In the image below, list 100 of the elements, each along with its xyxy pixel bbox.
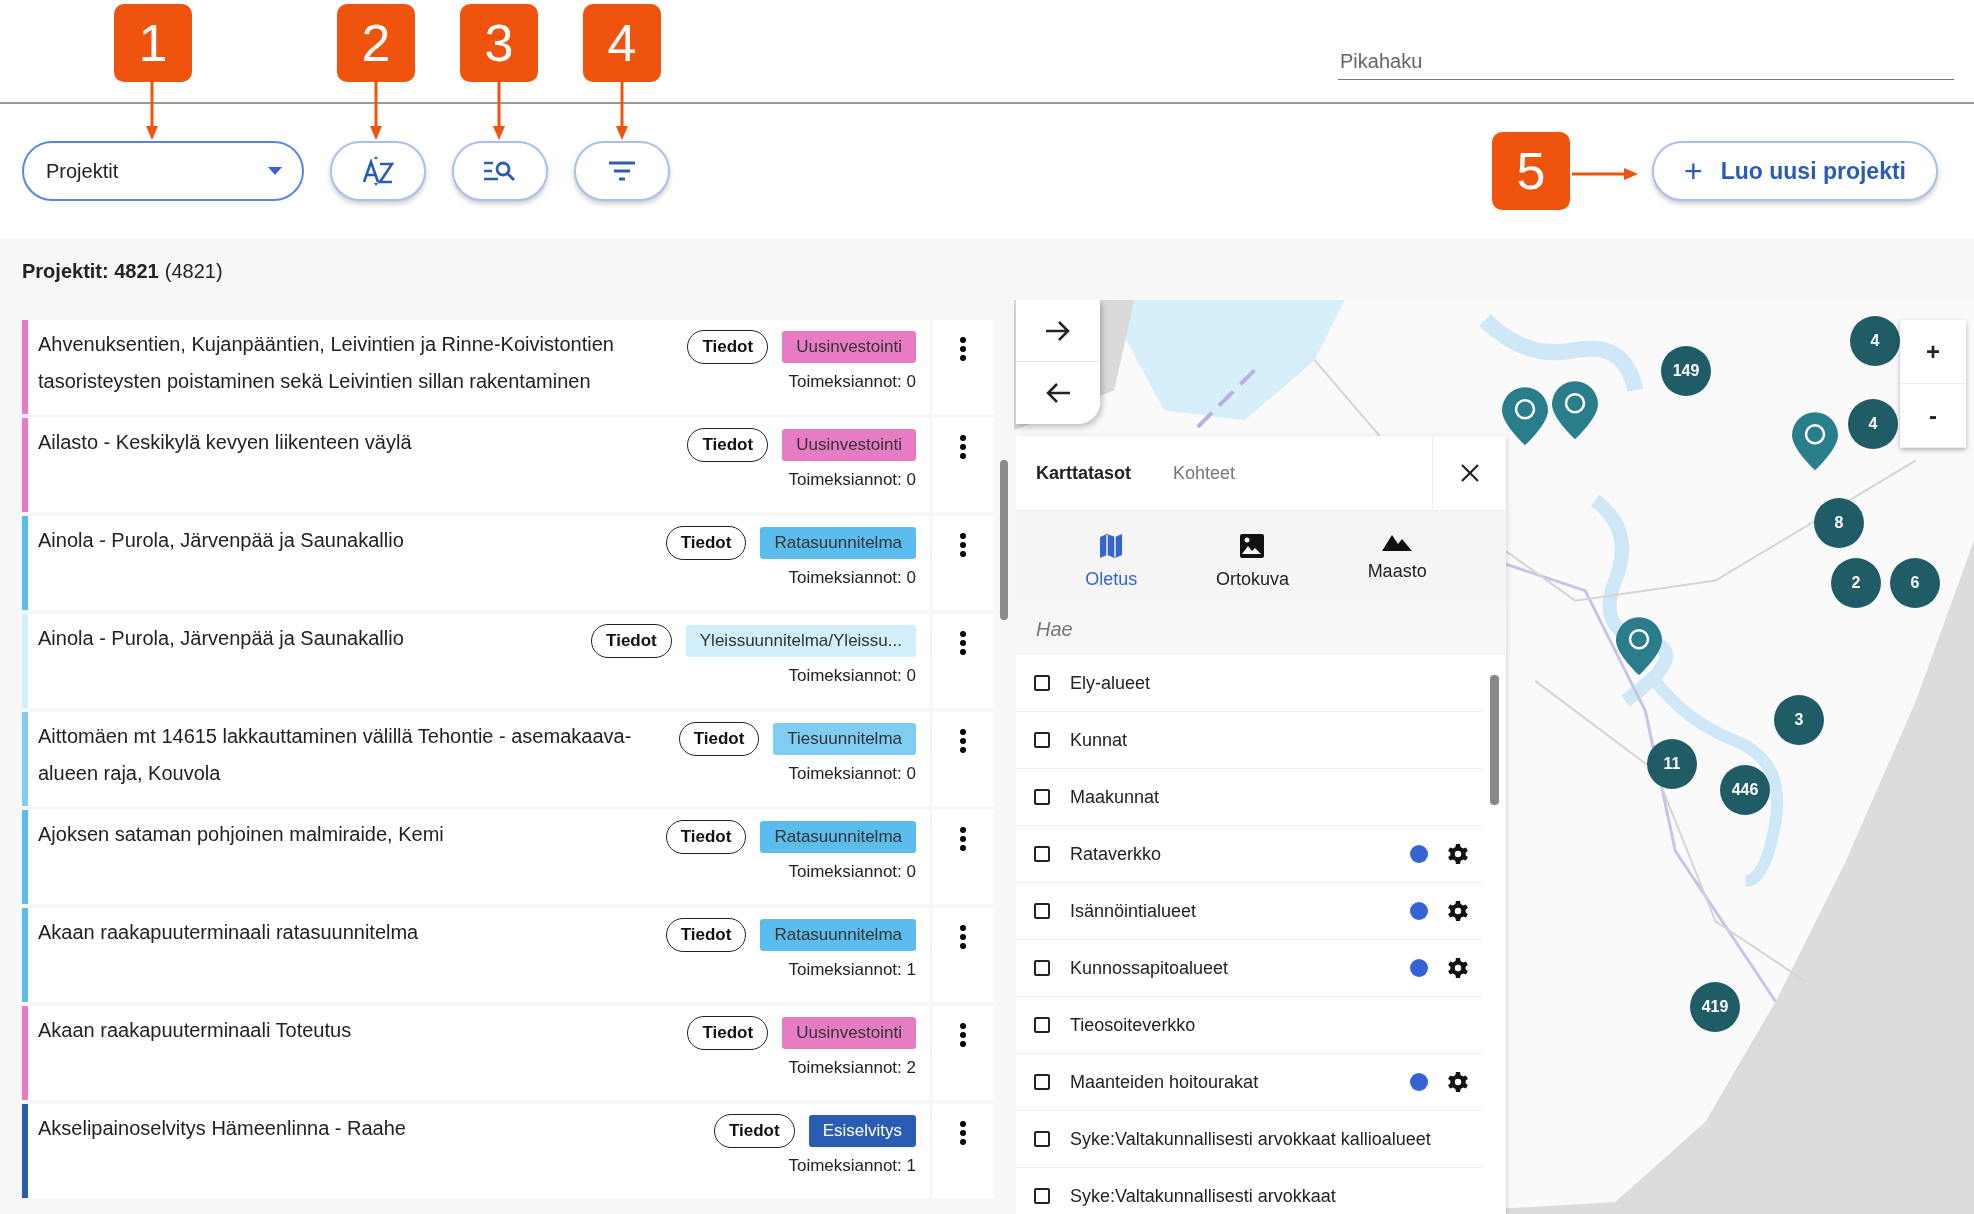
- callout-badge: 5: [1492, 132, 1571, 210]
- project-row[interactable]: Akaan raakapuuterminaali Toteutus Tiedot Uusinvestointi Toimeksiannot: 2: [22, 1006, 994, 1100]
- more-icon[interactable]: [959, 1120, 967, 1146]
- project-row[interactable]: Aittomäen mt 14615 lakkauttaminen välillä Tehontie - asemakaava-alueen raja, Kouvola Tiedot Tiesuunnitelma Toimeksiannot: 0: [22, 712, 994, 806]
- checkbox[interactable]: [1034, 960, 1050, 976]
- settings-icon[interactable]: [1448, 958, 1468, 978]
- more-icon[interactable]: [959, 630, 967, 656]
- checkbox[interactable]: [1034, 675, 1050, 691]
- details-button[interactable]: Tiedot: [665, 918, 747, 952]
- layer-label: Isännöintialueet: [1070, 900, 1198, 922]
- panel-tab[interactable]: Kohteet: [1153, 462, 1236, 484]
- callout-arrow: [1572, 167, 1638, 181]
- basemap-option[interactable]: Ortokuva: [1215, 533, 1289, 590]
- layer-color-dot[interactable]: [1410, 902, 1428, 920]
- more-icon[interactable]: [959, 1022, 967, 1048]
- scrollbar-thumb[interactable]: [1000, 460, 1008, 620]
- details-button[interactable]: Tiedot: [713, 1114, 795, 1148]
- mountain-icon: [1382, 533, 1413, 551]
- checkbox[interactable]: [1034, 1131, 1050, 1147]
- callout-badge: 1: [114, 4, 192, 82]
- more-icon[interactable]: [959, 532, 967, 558]
- sort-button[interactable]: [330, 141, 426, 201]
- project-type-tag: Uusinvestointi: [782, 331, 916, 363]
- sort-az-icon: [361, 156, 395, 186]
- checkbox[interactable]: [1034, 789, 1050, 805]
- layer-label: Syke:Valtakunnallisesti arvokkaat: [1070, 1185, 1337, 1207]
- project-type-tag: Uusinvestointi: [782, 429, 916, 461]
- quick-search-field[interactable]: Pikahaku: [1338, 44, 1954, 80]
- details-button[interactable]: Tiedot: [687, 428, 769, 462]
- settings-icon[interactable]: [1448, 844, 1468, 864]
- details-button[interactable]: Tiedot: [687, 1016, 769, 1050]
- scrollbar-thumb[interactable]: [1490, 675, 1499, 805]
- project-type-tag: Ratasuunnitelma: [760, 527, 916, 559]
- project-row[interactable]: Ainola - Purola, Järvenpää ja Saunakallio Tiedot Ratasuunnitelma Toimeksiannot: 0: [22, 516, 994, 610]
- location-pin-icon[interactable]: [1500, 385, 1550, 448]
- project-title: Ainola - Purola, Järvenpää ja Saunakallio: [37, 528, 405, 553]
- layer-search-field[interactable]: Hae: [1016, 604, 1506, 655]
- layer-label: Kunnossapitoalueet: [1070, 957, 1230, 979]
- project-row[interactable]: Akaan raakapuuterminaali ratasuunnitelma Tiedot Ratasuunnitelma Toimeksiannot: 1: [22, 908, 994, 1002]
- project-type-tag: Ratasuunnitelma: [760, 821, 916, 853]
- checkbox[interactable]: [1034, 1188, 1050, 1204]
- project-row[interactable]: Ainola - Purola, Järvenpää ja Saunakallio Tiedot Yleissuunnitelma/Yleissu... Toimeksiannot: 0: [22, 614, 994, 708]
- settings-icon[interactable]: [1448, 1072, 1468, 1092]
- project-title: Ailasto - Keskikylä kevyen liikenteen väylä: [37, 430, 413, 455]
- map-icon: [1098, 533, 1125, 559]
- more-icon[interactable]: [959, 728, 967, 754]
- caret-icon: [268, 167, 282, 175]
- details-button[interactable]: Tiedot: [687, 330, 769, 364]
- details-button[interactable]: Tiedot: [591, 624, 672, 658]
- checkbox[interactable]: [1034, 846, 1050, 862]
- project-title: Ajoksen sataman pohjoinen malmiraide, Kemi: [37, 822, 445, 847]
- checkbox[interactable]: [1034, 903, 1050, 919]
- checkbox[interactable]: [1034, 1074, 1050, 1090]
- project-type-tag: Esiselvitys: [808, 1115, 916, 1147]
- more-icon[interactable]: [959, 826, 967, 852]
- location-pin-icon[interactable]: [1550, 379, 1600, 442]
- assignment-count: Toimeksiannot: 1: [788, 1156, 916, 1176]
- checkbox[interactable]: [1034, 1017, 1050, 1033]
- basemap-option[interactable]: Maasto: [1367, 533, 1427, 590]
- more-icon[interactable]: [959, 434, 967, 460]
- location-pin-icon[interactable]: [1614, 615, 1664, 678]
- callout-arrow: [369, 82, 383, 140]
- layer-color-dot[interactable]: [1410, 845, 1428, 863]
- project-title: Aittomäen mt 14615 lakkauttaminen välillä Tehontie - asemakaava-alueen raja, Kouvola: [37, 724, 633, 786]
- assignment-count: Toimeksiannot: 0: [788, 764, 916, 784]
- project-row[interactable]: Akselipainoselvitys Hämeenlinna - Raahe Tiedot Esiselvitys Toimeksiannot: 1: [22, 1104, 994, 1198]
- layer-color-dot[interactable]: [1410, 1073, 1428, 1091]
- settings-icon[interactable]: [1448, 901, 1468, 921]
- project-type-tag: Ratasuunnitelma: [760, 919, 916, 951]
- details-button[interactable]: Tiedot: [665, 526, 747, 560]
- layer-label: Tieosoiteverkko: [1070, 1014, 1197, 1036]
- search-filter-button[interactable]: [452, 141, 548, 201]
- layer-label: Maanteiden hoitourakat: [1070, 1071, 1260, 1093]
- panel-tab[interactable]: Karttatasot: [1016, 462, 1132, 484]
- more-icon[interactable]: [959, 924, 967, 950]
- new-project-button[interactable]: + Luo uusi projekti: [1652, 141, 1938, 201]
- assignment-count: Toimeksiannot: 0: [788, 862, 916, 882]
- assignment-count: Toimeksiannot: 0: [788, 666, 916, 686]
- zoom-in-button[interactable]: +: [1900, 320, 1966, 384]
- location-pin-icon[interactable]: [1790, 410, 1840, 473]
- category-dropdown[interactable]: Projektit: [22, 141, 304, 201]
- callout-arrow: [492, 82, 506, 140]
- details-button[interactable]: Tiedot: [678, 722, 760, 756]
- project-row[interactable]: Ailasto - Keskikylä kevyen liikenteen väylä Tiedot Uusinvestointi Toimeksiannot: 0: [22, 418, 994, 512]
- project-type-tag: Yleissuunnitelma/Yleissu...: [685, 625, 916, 657]
- zoom-out-button[interactable]: -: [1900, 384, 1966, 448]
- project-title: Akaan raakapuuterminaali Toteutus: [37, 1018, 353, 1043]
- callout-arrow: [615, 82, 629, 140]
- basemap-option[interactable]: Oletus: [1085, 533, 1138, 590]
- project-row[interactable]: Ahvenuksentien, Kujanpääntien, Leivintien ja Rinne-Koivistontien tasoristeysten poistaminen sekä Leivintien sillan rakentaminen Tiedot Uusinvestointi Toimeksiannot: 0: [22, 320, 994, 414]
- project-count: Projektit: 4821: [22, 259, 159, 283]
- checkbox[interactable]: [1034, 732, 1050, 748]
- assignment-count: Toimeksiannot: 0: [788, 372, 916, 392]
- more-icon[interactable]: [959, 336, 967, 362]
- details-button[interactable]: Tiedot: [665, 820, 747, 854]
- assignment-count: Toimeksiannot: 2: [788, 1058, 916, 1078]
- callout-arrow: [145, 82, 159, 140]
- project-row[interactable]: Ajoksen sataman pohjoinen malmiraide, Kemi Tiedot Ratasuunnitelma Toimeksiannot: 0: [22, 810, 994, 904]
- callout-badge: 2: [337, 4, 415, 82]
- layer-color-dot[interactable]: [1410, 959, 1428, 977]
